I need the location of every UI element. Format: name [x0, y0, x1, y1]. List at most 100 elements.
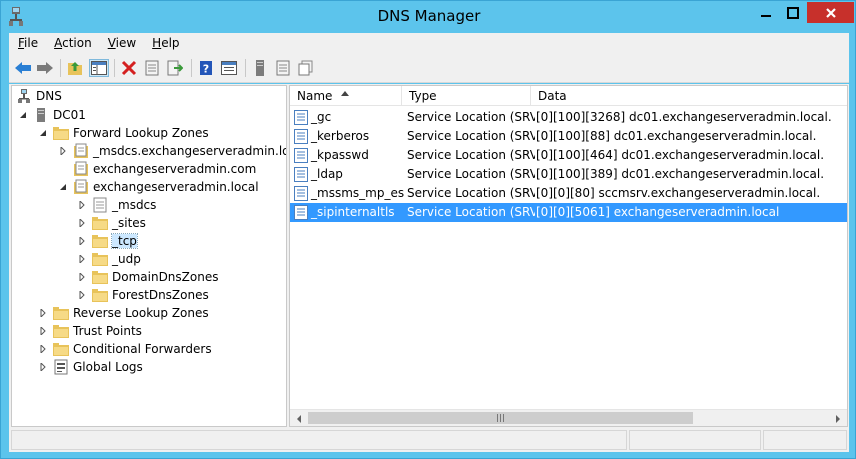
record-name: _kerberos — [311, 129, 370, 143]
tree-item-forestdnszones[interactable]: ForestDnsZones — [77, 286, 209, 304]
server-button[interactable] — [250, 59, 270, 77]
title-bar[interactable]: DNS Manager — [1, 1, 856, 33]
srv-record-icon — [294, 129, 308, 144]
list-item[interactable]: _mssms_mp_esa Service Location (SRV) [0]… — [290, 184, 847, 203]
expand-arrow-icon[interactable] — [77, 218, 87, 228]
close-button[interactable] — [807, 2, 854, 23]
tree-item-zone-exchange-com[interactable]: exchangeserveradmin.com — [73, 160, 256, 178]
record-data: [0][100][464] dc01.exchangeserveradmin.l… — [536, 148, 825, 162]
tree-item-dc01[interactable]: DC01 — [18, 106, 86, 124]
expand-arrow-icon[interactable] — [77, 236, 87, 246]
scroll-right-icon — [835, 414, 840, 423]
record-name: _mssms_mp_esa — [311, 186, 404, 200]
window-title: DNS Manager — [377, 7, 481, 25]
close-icon — [825, 7, 836, 18]
expand-arrow-icon[interactable] — [77, 272, 87, 282]
list-item[interactable]: _gc Service Location (SRV) [0][100][3268… — [290, 108, 847, 127]
up-one-level-button[interactable] — [65, 59, 85, 77]
record-data: [0][100][389] dc01.exchangeserveradmin.l… — [536, 167, 825, 181]
tree-label: _sites — [112, 216, 146, 230]
folder-icon — [53, 323, 69, 339]
column-label: Type — [409, 89, 437, 103]
horizontal-scrollbar[interactable] — [290, 409, 847, 426]
srv-record-icon — [294, 110, 308, 125]
list-item[interactable]: _kerberos Service Location (SRV) [0][100… — [290, 127, 847, 146]
tree-item-udp[interactable]: _udp — [77, 250, 141, 268]
export-list-button[interactable] — [165, 59, 185, 77]
list-item[interactable]: _kpasswd Service Location (SRV) [0][100]… — [290, 146, 847, 165]
record-type: Service Location (SRV) — [407, 186, 535, 200]
help-button[interactable]: ? — [196, 59, 216, 77]
scroll-thumb[interactable] — [308, 412, 693, 424]
maximize-icon — [787, 6, 799, 19]
column-header-type[interactable]: Type — [402, 86, 531, 106]
scroll-right-button[interactable] — [829, 410, 846, 426]
toolbar: ? — [9, 53, 849, 83]
tree-item-msdcs[interactable]: _msdcs — [77, 196, 156, 214]
expand-arrow-icon[interactable] — [38, 326, 48, 336]
list-view-button[interactable] — [273, 59, 293, 77]
tree-item-forward-lookup-zones[interactable]: Forward Lookup Zones — [38, 124, 209, 142]
record-data: [0][100][88] dc01.exchangeserveradmin.lo… — [536, 129, 817, 143]
status-panel — [763, 430, 847, 450]
collapse-arrow-icon[interactable] — [58, 182, 68, 192]
menu-file[interactable]: File — [9, 36, 45, 50]
properties-button[interactable] — [142, 59, 162, 77]
tree-item-dns[interactable]: DNS — [16, 87, 62, 105]
folder-icon — [92, 215, 108, 231]
forward-button[interactable] — [35, 59, 55, 77]
menu-view[interactable]: View — [99, 36, 143, 50]
tree-item-zone-msdcs[interactable]: _msdcs.exchangeserveradmin.local — [58, 142, 286, 160]
zone-folder-icon — [73, 179, 89, 195]
expand-arrow-icon[interactable] — [38, 362, 48, 372]
toolbar-separator — [191, 59, 192, 77]
tree-item-zone-exchange-local[interactable]: exchangeserveradmin.local — [58, 178, 259, 196]
expand-arrow-icon[interactable] — [77, 290, 87, 300]
properties-icon — [145, 60, 159, 76]
maximize-button[interactable] — [780, 2, 806, 23]
collapse-arrow-icon[interactable] — [18, 110, 28, 120]
expand-arrow-icon[interactable] — [58, 146, 68, 156]
menu-help[interactable]: Help — [143, 36, 186, 50]
status-panel — [11, 430, 627, 450]
record-type: Service Location (SRV) — [407, 167, 535, 181]
minimize-button[interactable] — [752, 2, 779, 23]
record-list[interactable]: Name Type Data _gc Service Location (SRV… — [289, 85, 848, 427]
menu-bar: File Action View Help — [9, 33, 849, 53]
srv-record-icon — [294, 186, 308, 201]
console-tree[interactable]: DNS DC01 Forward Lookup Zones _msdcs.exc… — [11, 85, 287, 427]
tree-item-tcp[interactable]: _tcp — [77, 232, 138, 250]
tree-item-global-logs[interactable]: Global Logs — [38, 358, 143, 376]
delete-button[interactable] — [119, 59, 139, 77]
expand-arrow-icon[interactable] — [77, 200, 87, 210]
tree-label: _udp — [112, 252, 141, 266]
server-icon — [33, 107, 49, 123]
tree-item-trust-points[interactable]: Trust Points — [38, 322, 142, 340]
sort-ascending-icon — [341, 91, 349, 96]
tree-item-sites[interactable]: _sites — [77, 214, 146, 232]
column-header-name[interactable]: Name — [290, 86, 402, 106]
copy-button[interactable] — [296, 59, 316, 77]
expand-arrow-icon[interactable] — [77, 254, 87, 264]
tree-item-domaindnszones[interactable]: DomainDnsZones — [77, 268, 218, 286]
expand-arrow-icon[interactable] — [38, 344, 48, 354]
list-item[interactable]: _ldap Service Location (SRV) [0][100][38… — [290, 165, 847, 184]
record-type: Service Location (SRV) — [407, 148, 535, 162]
record-name: _gc — [311, 110, 332, 124]
scroll-left-button[interactable] — [290, 410, 307, 426]
console-view-icon — [221, 61, 237, 75]
console-view-button[interactable] — [219, 59, 239, 77]
show-hide-tree-button[interactable] — [89, 59, 109, 77]
tree-item-conditional-forwarders[interactable]: Conditional Forwarders — [38, 340, 212, 358]
menu-action[interactable]: Action — [45, 36, 99, 50]
list-item-selected[interactable]: _sipinternaltls Service Location (SRV) [… — [290, 203, 847, 222]
server-icon — [256, 60, 264, 76]
back-button[interactable] — [13, 59, 33, 77]
collapse-arrow-icon[interactable] — [38, 128, 48, 138]
content-area: DNS DC01 Forward Lookup Zones _msdcs.exc… — [9, 84, 849, 428]
column-label: Data — [538, 89, 567, 103]
tree-item-reverse-lookup-zones[interactable]: Reverse Lookup Zones — [38, 304, 209, 322]
expand-arrow-icon[interactable] — [38, 308, 48, 318]
grip-icon — [496, 414, 504, 422]
column-header-data[interactable]: Data — [531, 86, 847, 106]
